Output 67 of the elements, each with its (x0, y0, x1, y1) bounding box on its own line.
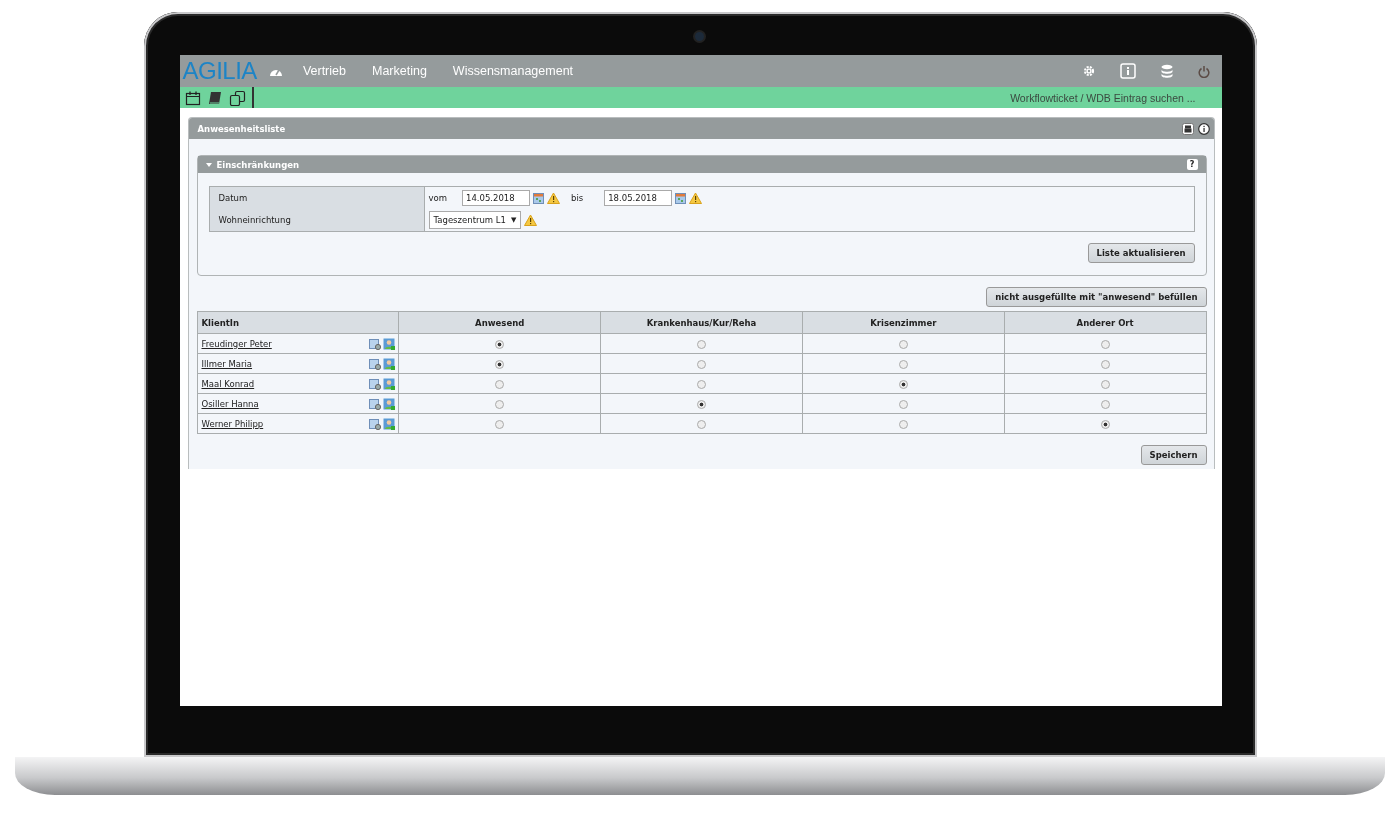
radio-button[interactable] (898, 399, 908, 409)
book-icon[interactable] (206, 89, 223, 106)
person-add-icon[interactable] (383, 377, 396, 390)
client-link[interactable]: Maal Konrad (201, 378, 255, 389)
column-header: Anderer Ort (1004, 311, 1206, 334)
info-icon[interactable] (1197, 122, 1210, 135)
column-header: KlientIn (197, 311, 399, 334)
settings-icon[interactable] (1082, 65, 1095, 77)
calendar-gear-icon[interactable] (369, 417, 382, 430)
radio-button[interactable] (898, 379, 908, 389)
client-link[interactable]: Osiller Hanna (201, 398, 259, 409)
collapse-triangle-icon[interactable] (204, 160, 213, 169)
client-link[interactable]: Freudinger Peter (201, 338, 272, 349)
save-button[interactable]: Speichern (1140, 445, 1207, 465)
person-add-icon[interactable] (383, 357, 396, 370)
panel-title: Anwesenheitsliste (197, 123, 286, 134)
calendar-gear-icon[interactable] (369, 377, 382, 390)
calendar-gear-icon[interactable] (369, 397, 382, 410)
radio-button[interactable] (697, 419, 706, 429)
database-icon[interactable] (1160, 64, 1173, 78)
client-link[interactable]: Werner Philipp (201, 418, 264, 429)
radio-button[interactable] (1100, 399, 1110, 409)
calendar-icon[interactable] (184, 89, 201, 106)
filter-label: Datum (209, 187, 425, 209)
person-add-icon[interactable] (383, 417, 396, 430)
radio-button[interactable] (697, 379, 706, 389)
radio-button[interactable] (495, 399, 505, 409)
radio-button[interactable] (697, 339, 706, 349)
calendar-gear-icon[interactable] (369, 337, 382, 350)
column-header: Krisenzimmer (802, 311, 1005, 334)
radio-button[interactable] (898, 419, 908, 429)
radio-button[interactable] (495, 419, 505, 429)
from-label: vom (428, 193, 447, 203)
radio-button[interactable] (1100, 339, 1110, 349)
camera-dot (694, 32, 704, 41)
radio-button[interactable] (495, 359, 505, 369)
radio-button[interactable] (898, 339, 908, 349)
refresh-list-button[interactable]: Liste aktualisieren (1087, 243, 1195, 263)
calendar-gear-icon[interactable] (369, 357, 382, 370)
client-link[interactable]: Illmer Maria (201, 358, 253, 369)
fill-present-button[interactable]: nicht ausgefüllte mit "anwesend" befüllen (986, 287, 1207, 307)
to-label: bis (571, 193, 584, 203)
calendar-picker-icon[interactable] (533, 192, 544, 204)
power-icon[interactable] (1197, 64, 1210, 78)
radio-button[interactable] (898, 359, 908, 369)
column-header: Anwesend (398, 311, 601, 334)
filter-label: Wohneinrichtung (209, 209, 425, 231)
warning-icon (524, 214, 538, 226)
date-field[interactable]: 18.05.2018 (604, 190, 673, 206)
radio-button[interactable] (1100, 379, 1110, 389)
radio-button[interactable] (495, 339, 505, 349)
help-button[interactable]: ? (1186, 159, 1198, 170)
warning-icon (689, 192, 703, 204)
column-header: Krankenhaus/Kur/Reha (600, 311, 803, 334)
radio-button[interactable] (495, 379, 505, 389)
person-add-icon[interactable] (383, 397, 396, 410)
person-add-icon[interactable] (383, 337, 396, 350)
radio-button[interactable] (1100, 419, 1110, 429)
radio-button[interactable] (1100, 359, 1110, 369)
copy-icon[interactable] (228, 89, 246, 106)
radio-button[interactable] (697, 359, 706, 369)
breadcrumb-text: Workflowticket / WDB Eintrag suchen ... (1010, 91, 1197, 104)
warning-icon (547, 192, 560, 204)
printer-icon[interactable] (1181, 122, 1194, 135)
date-field[interactable]: 14.05.2018 (462, 190, 530, 206)
calendar-picker-icon[interactable] (675, 192, 687, 204)
radio-button[interactable] (697, 399, 706, 409)
